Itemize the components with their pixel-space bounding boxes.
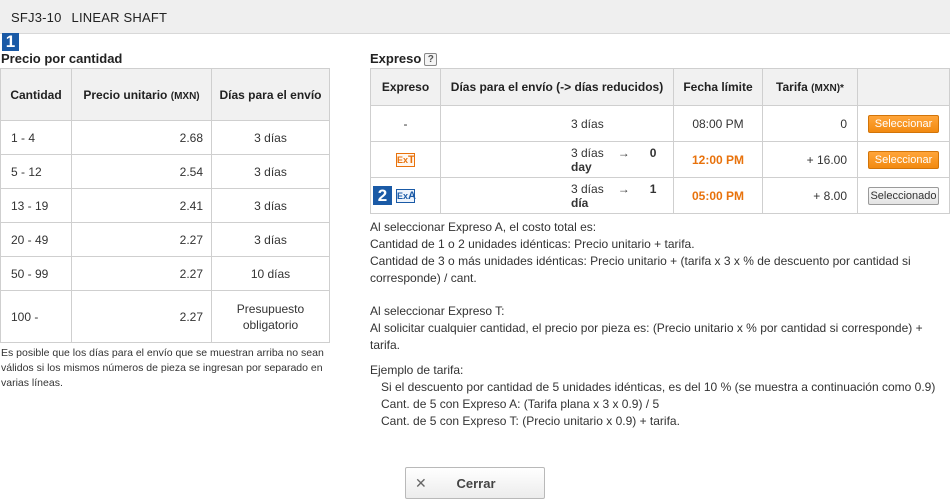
header-express: Expreso [370, 68, 441, 106]
rate-example-info: Ejemplo de tarifa: Si el descuento por c… [370, 362, 945, 430]
days-cell: 10 días [211, 256, 330, 291]
days-cell: 3 días [440, 105, 674, 142]
table-header-row: Expreso Días para el envío (-> días redu… [370, 68, 950, 106]
express-a-info: Al seleccionar Expreso A, el costo total… [370, 219, 945, 287]
step-2-badge: 2 [373, 186, 392, 205]
deadline-cell: 05:00 PM [673, 177, 763, 214]
header-deadline: Fecha límite [673, 68, 763, 106]
example-title: Ejemplo de tarifa: [370, 363, 464, 377]
days-cell: 3 días [211, 188, 330, 223]
days-cell: 3 días [211, 120, 330, 155]
arrow-icon: → [617, 145, 630, 160]
table-header-row: Cantidad Precio unitario (MXN) Días para… [0, 68, 330, 121]
quantity-cell: 20 - 49 [0, 222, 72, 257]
icon-prefix: Ex [397, 190, 409, 201]
express-title: Expreso? [370, 51, 438, 66]
express-t-icon: ExT [396, 152, 415, 167]
days-value: 3 días [571, 116, 604, 131]
express-type-cell: 2 ExA [370, 177, 441, 214]
product-title: SFJ3-10 LINEAR SHAFT [11, 10, 167, 25]
header-rate: Tarifa (MXN)* [762, 68, 858, 106]
select-express-t-button[interactable]: Seleccionar [868, 150, 939, 169]
express-row-a: 2 ExA 3 días → 1 día 05:00 PM + 8.00 Selecc… [370, 177, 950, 214]
header-action [857, 68, 950, 106]
price-cell: 2.27 [71, 256, 212, 291]
rate-cell: 0 [762, 105, 858, 142]
days-cell: Presupuesto obligatorio [211, 290, 330, 343]
rate-cell: + 8.00 [762, 177, 858, 214]
info-line: Si el descuento por cantidad de 5 unidad… [381, 380, 936, 394]
days-cell: 3 días [211, 154, 330, 189]
arrow-icon: → [617, 181, 630, 196]
part-number: SFJ3-10 [11, 10, 62, 25]
ship-days-footnote: Es posible que los días para el envío qu… [1, 347, 324, 389]
table-row: 100 - 2.27 Presupuesto obligatorio [0, 290, 330, 343]
rate-cell: + 16.00 [762, 141, 858, 178]
step-1-badge: 1 [2, 33, 19, 51]
express-a-icon: ExA [396, 188, 416, 203]
info-line: Cant. de 5 con Expreso A: (Tarifa plana … [381, 397, 660, 411]
icon-letter: T [408, 153, 415, 166]
express-title-label: Expreso [370, 51, 422, 66]
info-line: Al seleccionar Expreso A, el costo total… [370, 220, 597, 234]
quantity-cell: 1 - 4 [0, 120, 72, 155]
deadline-cell: 08:00 PM [673, 105, 763, 142]
action-cell: Seleccionado [857, 177, 950, 214]
action-cell: Seleccionar [857, 105, 950, 142]
days-value: 3 días [571, 181, 604, 196]
icon-prefix: Ex [397, 154, 409, 165]
price-cell: 2.68 [71, 120, 212, 155]
table-row: 50 - 99 2.27 10 días [0, 256, 330, 291]
express-row-standard: - 3 días 08:00 PM 0 Seleccionar [370, 105, 950, 142]
close-button-label: Cerrar [456, 476, 496, 491]
express-row-t: ExT 3 días → 0 day 12:00 PM + 16.00 Selecc… [370, 141, 950, 178]
quantity-cell: 50 - 99 [0, 256, 72, 291]
express-type-cell: ExT [370, 141, 441, 178]
price-cell: 2.41 [71, 188, 212, 223]
header-rate-label: Tarifa [776, 80, 808, 94]
icon-letter: A [408, 189, 416, 202]
header-days-reduced: Días para el envío (-> días reducidos) [440, 68, 674, 106]
deadline-cell: 12:00 PM [673, 141, 763, 178]
days-cell: 3 días → 1 día [440, 177, 674, 214]
express-table: Expreso Días para el envío (-> días redu… [370, 68, 950, 214]
table-row: 20 - 49 2.27 3 días [0, 222, 330, 257]
table-row: 1 - 4 2.68 3 días [0, 120, 330, 155]
close-button[interactable]: ✕ Cerrar [405, 467, 545, 499]
express-type-cell: - [370, 105, 441, 142]
days-cell: 3 días → 0 day [440, 141, 674, 178]
help-icon[interactable]: ? [424, 53, 438, 66]
quantity-cell: 100 - [0, 290, 72, 343]
info-line: Cantidad de 3 o más unidades idénticas: … [370, 254, 911, 285]
title-bar: SFJ3-10 LINEAR SHAFT [0, 0, 950, 34]
info-line: Al seleccionar Expreso T: [370, 304, 505, 318]
header-rate-currency: (MXN)* [811, 83, 844, 94]
info-line: Al solicitar cualquier cantidad, el prec… [370, 321, 923, 352]
price-cell: 2.27 [71, 290, 212, 343]
quantity-cell: 13 - 19 [0, 188, 72, 223]
price-cell: 2.27 [71, 222, 212, 257]
table-row: 13 - 19 2.41 3 días [0, 188, 330, 223]
action-cell: Seleccionar [857, 141, 950, 178]
select-standard-button[interactable]: Seleccionar [868, 114, 939, 133]
price-cell: 2.54 [71, 154, 212, 189]
product-name: LINEAR SHAFT [71, 10, 168, 25]
quantity-pricing-table: Cantidad Precio unitario (MXN) Días para… [0, 68, 330, 343]
info-line: Cant. de 5 con Expreso T: (Precio unitar… [381, 414, 680, 428]
selected-express-a-button[interactable]: Seleccionado [868, 186, 939, 205]
header-ship-days: Días para el envío [211, 68, 330, 121]
days-value: 3 días [571, 145, 604, 160]
table-row: 5 - 12 2.54 3 días [0, 154, 330, 189]
header-currency: (MXN) [170, 90, 200, 102]
quantity-pricing-title: Precio por cantidad [1, 51, 123, 66]
header-unit-price: Precio unitario (MXN) [71, 68, 212, 121]
header-unit-price-label: Precio unitario [83, 87, 168, 102]
info-line: Cantidad de 1 o 2 unidades idénticas: Pr… [370, 237, 695, 251]
express-t-info: Al seleccionar Expreso T: Al solicitar c… [370, 303, 945, 354]
header-quantity: Cantidad [0, 68, 72, 121]
quantity-cell: 5 - 12 [0, 154, 72, 189]
days-cell: 3 días [211, 222, 330, 257]
